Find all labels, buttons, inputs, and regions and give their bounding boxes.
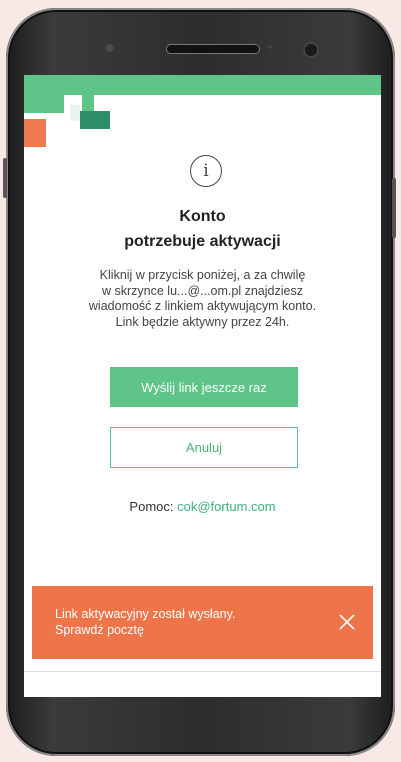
divider — [24, 671, 381, 672]
power-button — [392, 178, 396, 238]
front-sensor — [106, 44, 114, 52]
description-line: Link będzie aktywny przez 24h. — [115, 314, 290, 329]
logo-block-orange — [24, 119, 46, 147]
light-sensor — [268, 45, 272, 49]
help-label: Pomoc: — [129, 499, 174, 514]
earpiece-speaker — [166, 44, 260, 54]
help-contact: Pomoc: cok@fortum.com — [24, 499, 381, 514]
toast-line1: Link aktywacyjny został wysłany. — [55, 607, 236, 621]
page-title-line1: Konto — [179, 208, 226, 225]
description-line: wiadomość z linkiem aktywującym konto. — [88, 299, 317, 313]
toast-line2: Sprawdź pocztę — [55, 623, 144, 637]
cancel-button[interactable]: Anuluj — [110, 427, 298, 468]
resend-link-button[interactable]: Wyślij link jeszcze raz — [110, 367, 298, 407]
description-line: Kliknij w przycisk poniżej, a za chwilę — [99, 268, 306, 282]
description-line: w skrzynce lu...@...om.pl znajdziesz — [102, 283, 303, 298]
logo-block-dark — [80, 111, 110, 129]
toast-message: Link aktywacyjny został wysłany. Sprawdź… — [55, 606, 235, 638]
page-title-line2: potrzebuje aktywacji — [124, 233, 281, 250]
volume-button — [3, 158, 7, 198]
logo-block-light — [70, 105, 80, 121]
front-camera — [303, 42, 319, 58]
close-icon[interactable] — [337, 612, 357, 632]
proximity-sensor — [261, 45, 265, 49]
logo-block-green — [24, 75, 94, 113]
info-icon: i — [190, 155, 222, 187]
help-email-link[interactable]: cok@fortum.com — [177, 499, 275, 514]
app-screen: i Konto potrzebuje aktywacji Kliknij w p… — [24, 75, 381, 697]
toast-notification: Link aktywacyjny został wysłany. Sprawdź… — [32, 586, 373, 659]
activation-description: Kliknij w przycisk poniżej, a za chwilę … — [44, 268, 361, 330]
